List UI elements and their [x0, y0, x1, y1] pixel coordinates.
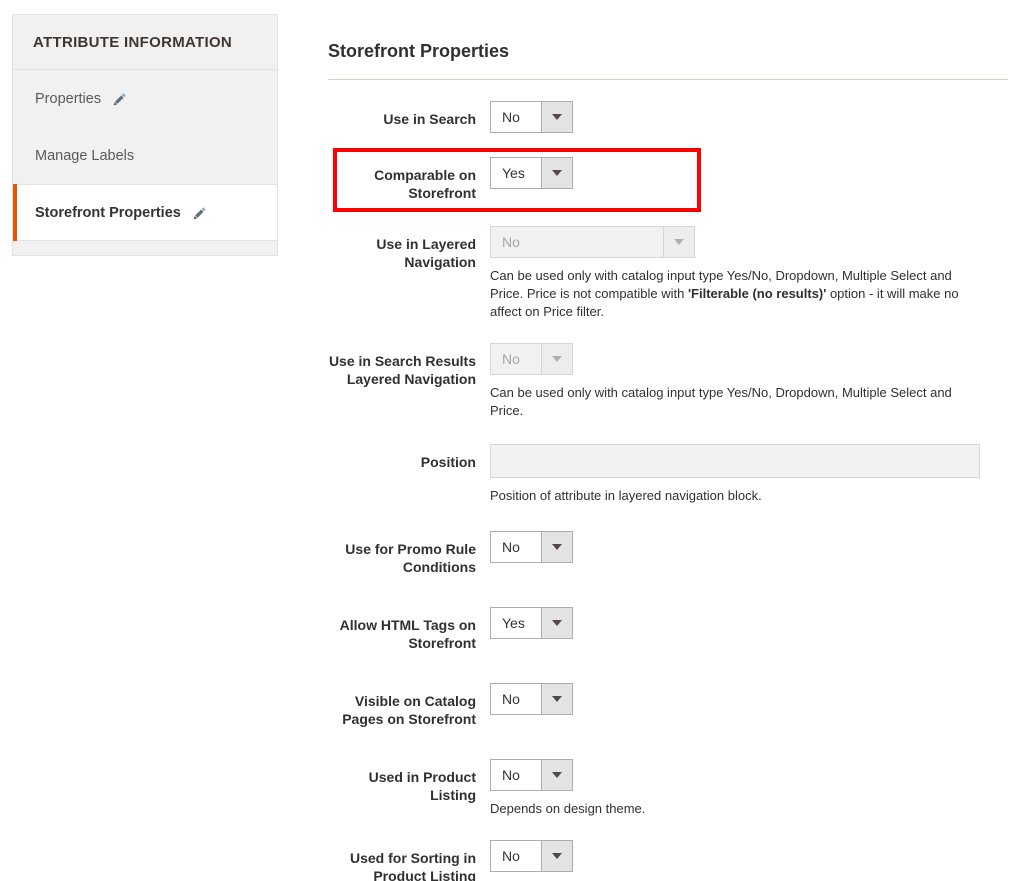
- field-note: Depends on design theme.: [490, 801, 646, 816]
- allow-html-tags-on-storefront-select[interactable]: Yes: [490, 607, 573, 639]
- sidebar-item-storefront-properties[interactable]: Storefront Properties: [13, 184, 277, 241]
- field-used-in-product-listing: Used in Product Listing No Depends on de…: [328, 759, 1008, 818]
- field-label: Allow HTML Tags on Storefront: [339, 617, 476, 651]
- field-label: Position: [420, 454, 476, 470]
- page-title: Storefront Properties: [328, 41, 510, 61]
- sidebar-item-label: Storefront Properties: [35, 204, 181, 221]
- field-use-in-search: Use in Search No: [328, 101, 1008, 133]
- field-use-in-search-results-layered-navigation: Use in Search Results Layered Navigation…: [328, 343, 1008, 420]
- select-value: No: [491, 841, 541, 871]
- sidebar-item-manage-labels[interactable]: Manage Labels: [13, 127, 277, 184]
- field-label: Use in Search: [383, 111, 476, 127]
- note-emphasis: 'Filterable (no results)': [687, 286, 827, 301]
- field-label: Used for Sorting in Product Listing: [350, 850, 476, 881]
- field-label: Use in Search Results Layered Navigation: [328, 353, 476, 387]
- field-control: No Depends on design theme.: [490, 759, 1008, 818]
- used-in-product-listing-select[interactable]: No: [490, 759, 573, 791]
- use-for-promo-rule-conditions-select[interactable]: No: [490, 531, 573, 563]
- field-use-for-promo-rule-conditions: Use for Promo Rule Conditions No: [328, 531, 1008, 576]
- select-value: No: [491, 684, 541, 714]
- chevron-down-icon: [663, 227, 694, 257]
- field-control: No: [490, 101, 1008, 133]
- sidebar-item-properties[interactable]: Properties: [13, 70, 277, 127]
- field-comparable-on-storefront: Comparable on Storefront Yes: [328, 157, 1008, 202]
- select-value: No: [491, 227, 663, 257]
- field-label: Used in Product Listing: [368, 769, 476, 803]
- pencil-icon: [192, 206, 207, 221]
- pencil-icon: [112, 92, 127, 107]
- field-label: Visible on Catalog Pages on Storefront: [342, 693, 476, 727]
- chevron-down-icon: [541, 532, 572, 562]
- field-label: Comparable on Storefront: [374, 167, 476, 201]
- chevron-down-icon: [541, 684, 572, 714]
- select-value: No: [491, 760, 541, 790]
- used-for-sorting-in-product-listing-select[interactable]: No: [490, 840, 573, 872]
- chevron-down-icon: [541, 102, 572, 132]
- sidebar-footer-strip: [13, 241, 277, 255]
- chevron-down-icon: [541, 608, 572, 638]
- sidebar-item-label: Manage Labels: [35, 147, 135, 164]
- page-root: ATTRIBUTE INFORMATION Properties Manage …: [0, 0, 1020, 881]
- storefront-properties-panel: Storefront Properties Use in Search No C…: [328, 14, 1008, 881]
- chevron-down-icon: [541, 344, 572, 374]
- field-control: Position of attribute in layered navigat…: [490, 444, 1008, 505]
- attribute-information-sidebar: ATTRIBUTE INFORMATION Properties Manage …: [12, 14, 278, 256]
- field-used-for-sorting-in-product-listing: Used for Sorting in Product Listing No D…: [328, 840, 1008, 881]
- field-note: Position of attribute in layered navigat…: [490, 488, 762, 503]
- select-value: No: [491, 102, 541, 132]
- chevron-down-icon: [541, 841, 572, 871]
- select-value: Yes: [491, 608, 541, 638]
- field-use-in-layered-navigation: Use in Layered Navigation No Can be used…: [328, 226, 1008, 321]
- select-value: No: [491, 532, 541, 562]
- use-in-search-select[interactable]: No: [490, 101, 573, 133]
- title-divider: [328, 79, 1008, 80]
- field-label: Use for Promo Rule Conditions: [345, 541, 476, 575]
- field-control: No: [490, 683, 1008, 715]
- sidebar-item-label: Properties: [35, 90, 102, 107]
- comparable-on-storefront-select[interactable]: Yes: [490, 157, 573, 189]
- field-allow-html-tags-on-storefront: Allow HTML Tags on Storefront Yes: [328, 607, 1008, 652]
- position-input[interactable]: [490, 444, 980, 478]
- field-control: Yes: [490, 157, 1008, 189]
- sidebar-title: ATTRIBUTE INFORMATION: [13, 15, 277, 70]
- use-in-layered-navigation-select: No: [490, 226, 695, 258]
- field-control: Yes: [490, 607, 1008, 639]
- field-control: No Can be used only with catalog input t…: [490, 343, 1008, 420]
- chevron-down-icon: [541, 760, 572, 790]
- field-visible-on-catalog-pages-on-storefront: Visible on Catalog Pages on Storefront N…: [328, 683, 1008, 728]
- field-note: Can be used only with catalog input type…: [490, 267, 982, 321]
- field-control: No Depends on design theme.: [490, 840, 1008, 881]
- field-control: No Can be used only with catalog input t…: [490, 226, 1008, 321]
- field-note: Can be used only with catalog input type…: [490, 385, 952, 418]
- select-value: Yes: [491, 158, 541, 188]
- select-value: No: [491, 344, 541, 374]
- field-label: Use in Layered Navigation: [376, 236, 476, 270]
- visible-on-catalog-pages-select[interactable]: No: [490, 683, 573, 715]
- sidebar-item-list: Properties Manage Labels Storefront Prop…: [13, 70, 277, 241]
- field-position: Position Position of attribute in layere…: [328, 444, 1008, 505]
- chevron-down-icon: [541, 158, 572, 188]
- use-in-search-results-layered-navigation-select: No: [490, 343, 573, 375]
- field-control: No: [490, 531, 1008, 563]
